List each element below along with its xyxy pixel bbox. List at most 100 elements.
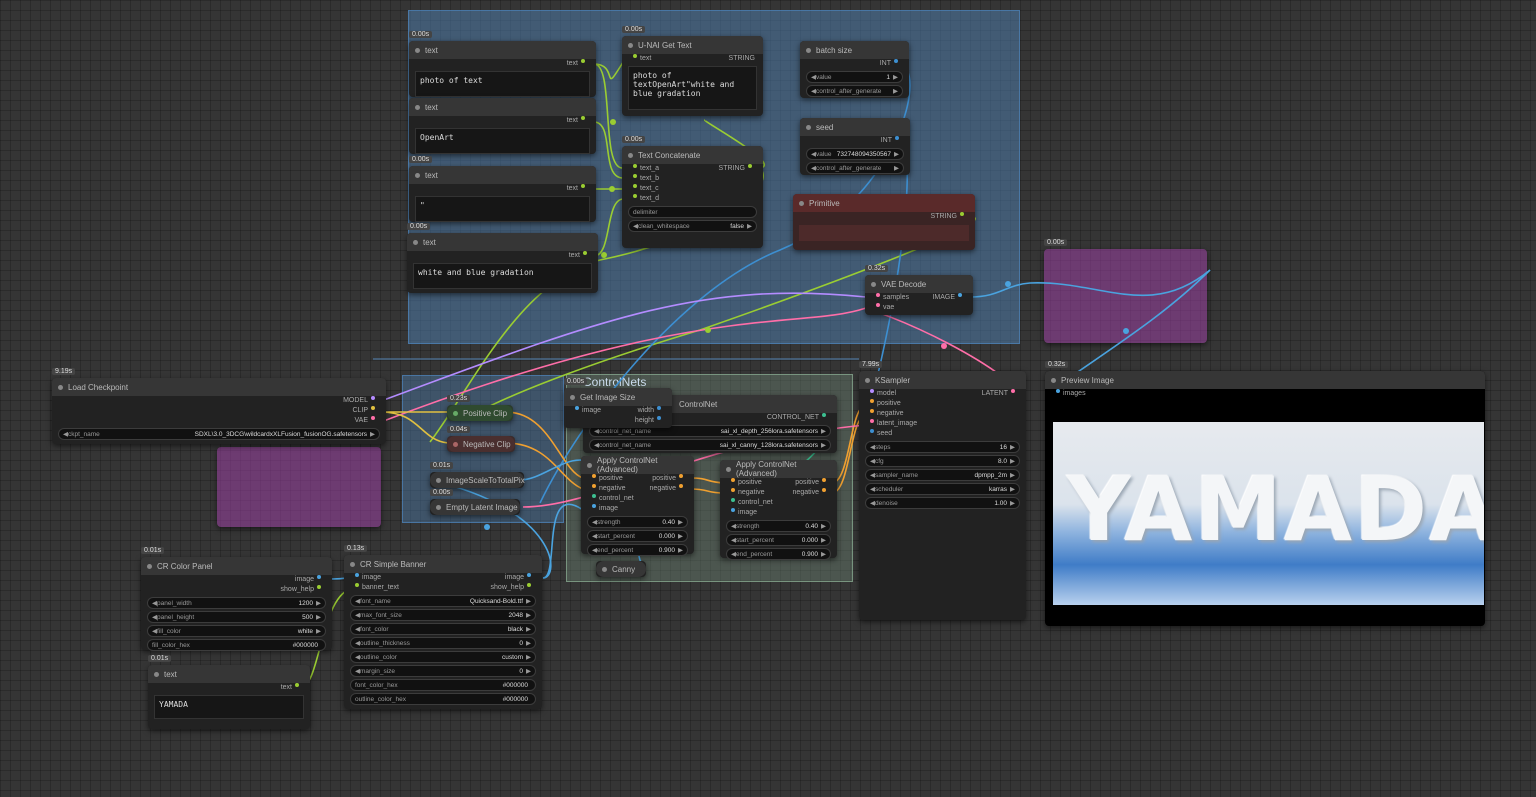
node-header[interactable]: U-NAI Get Text [622,36,763,54]
collapse-dot-icon[interactable] [799,200,804,206]
collapse-dot-icon[interactable] [1051,377,1056,383]
collapse-dot-icon[interactable] [453,441,458,447]
text-node-4[interactable]: 0.00s text text white and blue gradation [407,223,598,293]
output-socket-icon[interactable] [371,406,375,410]
output-socket-icon[interactable] [822,413,826,417]
outline-color-hex-field[interactable]: outline_color_hex #000000 [350,693,536,705]
node-header[interactable]: KSampler [859,371,1026,389]
node-header[interactable]: text [409,98,596,116]
input-socket-icon[interactable] [731,488,735,492]
seed-node[interactable]: seed INT ◀ value 732748094350567 ▶ ◀ contr… [800,118,910,175]
collapse-dot-icon[interactable] [453,410,458,416]
text-node-3[interactable]: 0.00s text text " [409,156,596,222]
fill-color-select[interactable]: ◀ fill_color white ▶ [147,625,326,637]
apply-controlnet-node-1[interactable]: Apply ControlNet (Advanced) positive posi… [581,456,694,556]
input-socket-icon[interactable] [355,583,359,587]
output-socket-icon[interactable] [822,488,826,492]
node-header[interactable]: ImageScaleToTotalPix [430,472,525,488]
input-socket-icon[interactable] [1056,389,1060,393]
end-percent-field[interactable]: ◀ end_percent 0.900 ▶ [726,548,831,560]
value-field[interactable]: ◀ value 1 ▶ [806,71,903,83]
max-font-size-field[interactable]: ◀ max_font_size 2048 ▶ [350,609,536,621]
primitive-value-area[interactable] [799,225,969,241]
output-socket-icon[interactable] [895,136,899,140]
input-socket-icon[interactable] [731,508,735,512]
outline-thickness-field[interactable]: ◀ outline_thickness 0 ▶ [350,637,536,649]
get-text-node[interactable]: 0.00s U-NAI Get Text text STRING photo of… [622,26,763,116]
text-input[interactable]: YAMADA [154,695,304,719]
fill-color-hex-field[interactable]: fill_color_hex #000000 [147,639,326,651]
node-header[interactable]: Negative Clip [447,436,515,452]
input-socket-icon[interactable] [633,194,637,198]
batch-size-node[interactable]: batch size INT ◀ value 1 ▶ ◀ control_after… [800,41,909,98]
node-header[interactable]: Get Image Size [564,388,672,406]
output-socket-icon[interactable] [583,251,587,255]
collapse-dot-icon[interactable] [413,239,418,245]
collapse-dot-icon[interactable] [628,42,633,48]
input-socket-icon[interactable] [870,409,874,413]
output-socket-icon[interactable] [317,585,321,589]
font-name-select[interactable]: ◀ font_name Quicksand-Bold.ttf ▶ [350,595,536,607]
input-socket-icon[interactable] [633,174,637,178]
output-socket-icon[interactable] [958,293,962,297]
text-input[interactable]: " [415,196,590,222]
output-socket-icon[interactable] [822,478,826,482]
collapse-dot-icon[interactable] [415,172,420,178]
output-socket-icon[interactable] [317,575,321,579]
output-socket-icon[interactable] [581,116,585,120]
node-header[interactable]: Load Checkpoint [52,378,386,396]
output-socket-icon[interactable] [748,164,752,168]
start-percent-field[interactable]: ◀ start_percent 0.000 ▶ [587,530,688,542]
node-header[interactable]: text [409,166,596,184]
text-input[interactable]: white and blue gradation [413,263,592,289]
output-socket-icon[interactable] [894,59,898,63]
positive-clip-node[interactable]: 0.23s Positive Clip [447,395,513,421]
control-net-name-select[interactable]: ◀ control_net_name sai_xl_canny_128lora.s… [589,439,831,451]
primitive-node[interactable]: Primitive STRING [793,194,975,250]
node-header[interactable]: batch size [800,41,909,59]
collapse-dot-icon[interactable] [865,377,870,383]
collapse-dot-icon[interactable] [415,47,420,53]
outline-color-select[interactable]: ◀ outline_color custom ▶ [350,651,536,663]
sampler-name-select[interactable]: ◀ sampler_name dpmpp_2m ▶ [865,469,1020,481]
text-node-5[interactable]: 0.01s text text YAMADA [148,655,310,729]
node-header[interactable]: VAE Decode [865,275,973,293]
get-image-size-node[interactable]: 0.00s Get Image Size image width height [564,378,672,428]
font-color-select[interactable]: ◀ font_color black ▶ [350,623,536,635]
load-checkpoint-node[interactable]: 9.19s Load Checkpoint MODEL CLIP VAE ◀ c… [52,368,386,444]
output-socket-icon[interactable] [1011,389,1015,393]
collapse-dot-icon[interactable] [436,477,441,483]
output-socket-icon[interactable] [657,416,661,420]
cfg-field[interactable]: ◀ cfg 8.0 ▶ [865,455,1020,467]
ckpt-name-select[interactable]: ◀ ckpt_name SDXL\3.0_3DCG\wildcardxXLFusi… [58,428,380,440]
input-socket-icon[interactable] [876,293,880,297]
output-socket-icon[interactable] [581,184,585,188]
input-socket-icon[interactable] [870,429,874,433]
node-header[interactable]: Empty Latent Image [430,499,520,515]
input-socket-icon[interactable] [870,399,874,403]
node-header[interactable]: Canny [596,561,646,577]
text-concatenate-node[interactable]: 0.00s Text Concatenate text_a STRING text… [622,136,763,248]
output-socket-icon[interactable] [581,59,585,63]
ksampler-node[interactable]: 7.99s KSampler model LATENT positive nega… [859,361,1026,620]
strength-field[interactable]: ◀ strength 0.40 ▶ [587,516,688,528]
canny-node[interactable]: Canny [596,561,646,577]
vae-decode-node[interactable]: 0.32s VAE Decode samples IMAGE vae [865,265,973,315]
scheduler-select[interactable]: ◀ scheduler karras ▶ [865,483,1020,495]
node-header[interactable]: Positive Clip [447,405,513,421]
strength-field[interactable]: ◀ strength 0.40 ▶ [726,520,831,532]
input-socket-icon[interactable] [870,419,874,423]
node-header[interactable]: text [148,665,310,683]
node-header[interactable]: seed [800,118,910,136]
collapse-dot-icon[interactable] [602,566,607,572]
font-color-hex-field[interactable]: font_color_hex #000000 [350,679,536,691]
node-header[interactable]: Primitive [793,194,975,212]
collapse-dot-icon[interactable] [806,47,811,53]
collapse-dot-icon[interactable] [436,504,441,510]
input-socket-icon[interactable] [592,474,596,478]
input-socket-icon[interactable] [731,498,735,502]
input-socket-icon[interactable] [731,478,735,482]
text-input[interactable]: OpenArt [415,128,590,154]
output-socket-icon[interactable] [527,573,531,577]
delimiter-field[interactable]: delimiter [628,206,757,218]
